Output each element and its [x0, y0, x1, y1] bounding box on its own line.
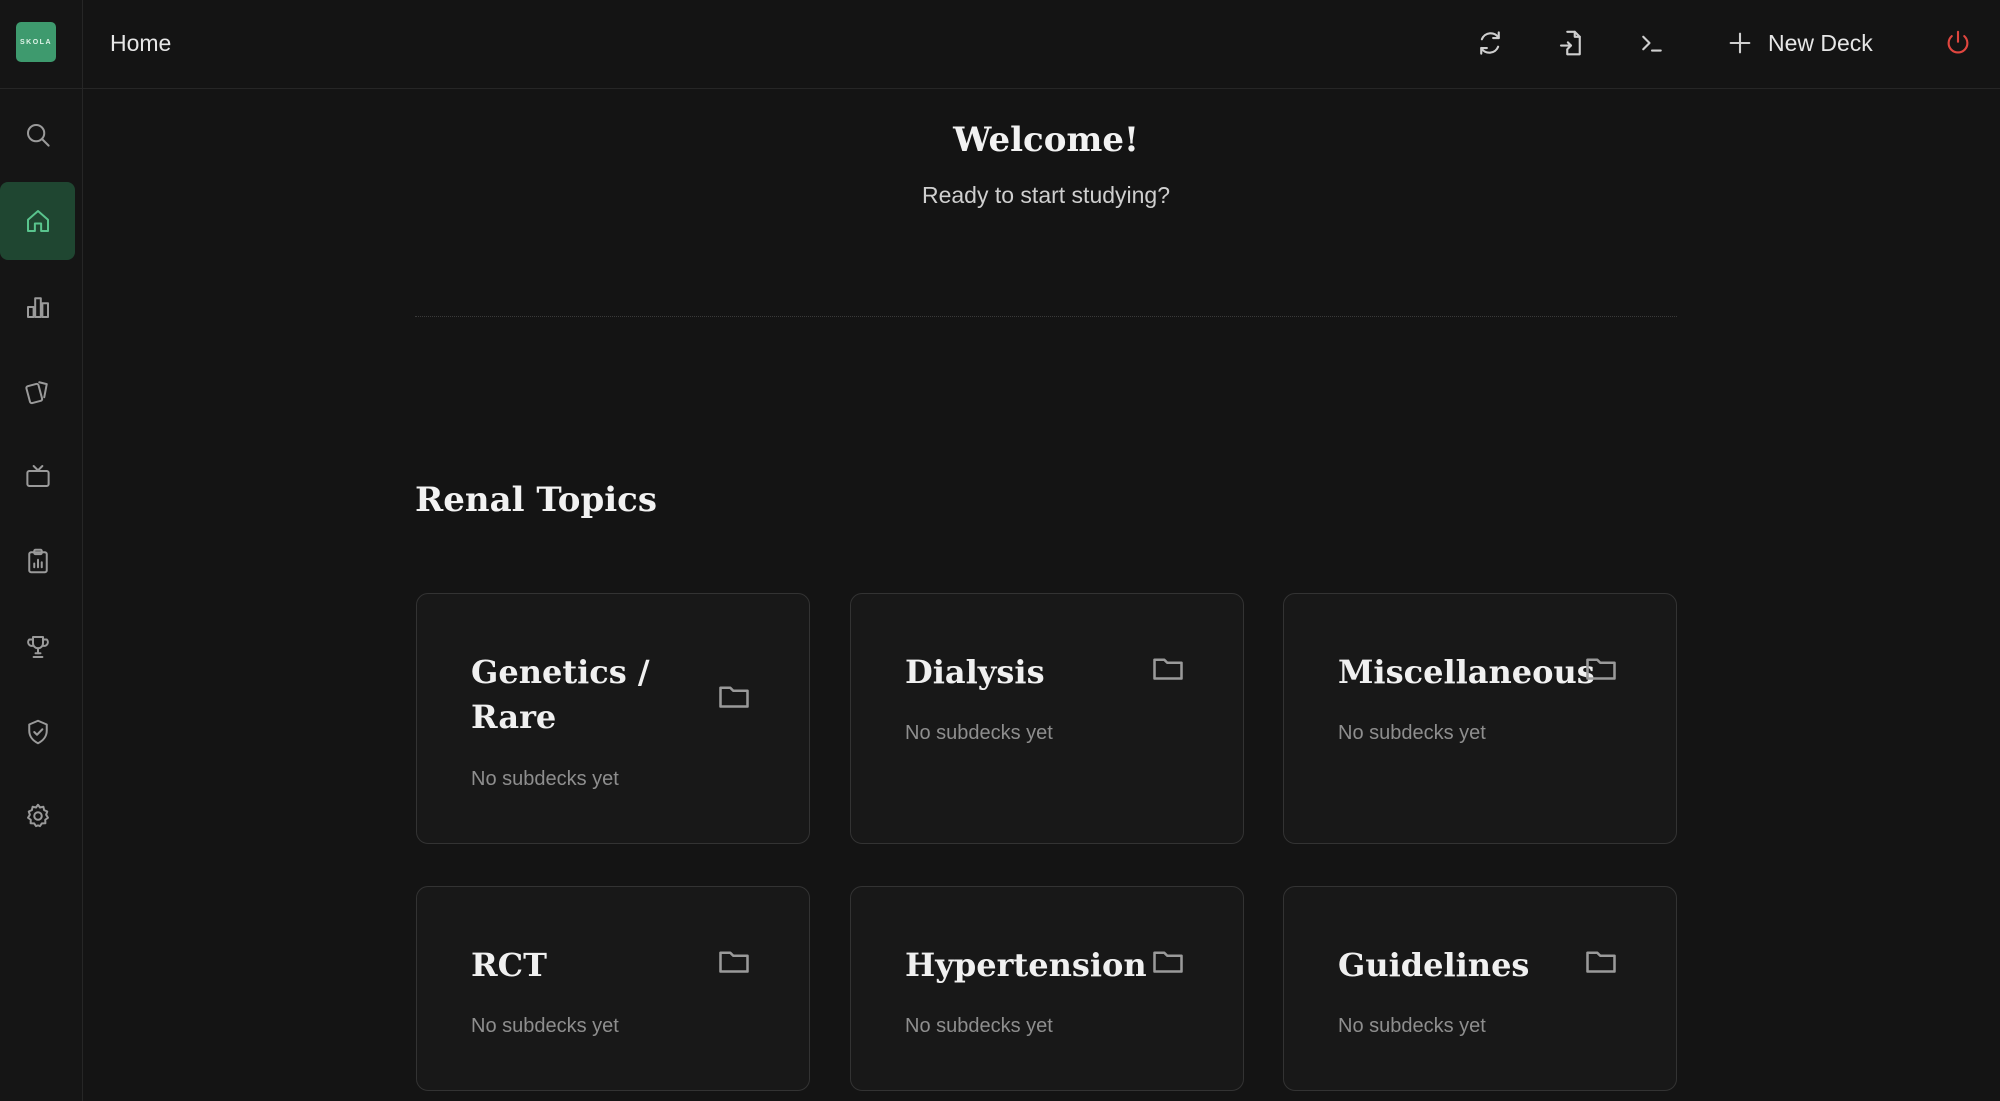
sidebar-item-reports[interactable]: [0, 522, 75, 600]
deck-card-genetics-rare[interactable]: Genetics / Rare No subdecks yet: [416, 593, 810, 844]
folder-icon: [1150, 650, 1186, 686]
section-divider: [415, 316, 1677, 317]
sidebar-item-search[interactable]: [0, 96, 75, 174]
deck-subtitle: No subdecks yet: [471, 1015, 619, 1037]
sidebar-item-achievements[interactable]: [0, 608, 75, 686]
sync-button[interactable]: [1469, 22, 1511, 64]
deck-card-hypertension[interactable]: Hypertension No subdecks yet: [850, 886, 1244, 1091]
search-icon: [26, 124, 50, 147]
terminal-button[interactable]: [1631, 22, 1673, 64]
sidebar-item-cards[interactable]: [0, 352, 75, 430]
power-icon: [1947, 30, 1969, 54]
sidebar-item-security[interactable]: [0, 693, 75, 771]
deck-card-dialysis[interactable]: Dialysis No subdecks yet: [850, 593, 1244, 844]
shield-check-icon: [27, 719, 48, 745]
sidebar-divider: [0, 88, 83, 89]
folder-icon: [716, 943, 752, 979]
folder-icon: [1583, 650, 1619, 686]
refresh-icon: [1480, 31, 1500, 55]
sidebar-item-stats[interactable]: [0, 268, 75, 346]
file-import-icon: [1559, 30, 1581, 56]
section-title: Renal Topics: [415, 480, 658, 520]
new-deck-button[interactable]: New Deck: [1726, 22, 1873, 64]
app-root: SKOLA Home New Deck Welcome! Ready to st…: [0, 0, 2000, 1101]
import-button[interactable]: [1550, 22, 1592, 64]
welcome-subtitle: Ready to start studying?: [921, 182, 1171, 208]
sidebar-item-media[interactable]: [0, 437, 75, 515]
folder-icon: [716, 678, 752, 714]
deck-subtitle: No subdecks yet: [471, 768, 619, 790]
deck-subtitle: No subdecks yet: [905, 722, 1053, 744]
deck-card-guidelines[interactable]: Guidelines No subdecks yet: [1283, 886, 1677, 1091]
deck-title: Dialysis: [905, 653, 1045, 691]
clipboard-chart-icon: [27, 548, 48, 574]
bar-chart-icon: [26, 297, 49, 318]
sidebar: SKOLA: [0, 0, 83, 1101]
trophy-icon: [26, 636, 49, 658]
deck-title: Hypertension: [905, 946, 1147, 984]
deck-title: Guidelines: [1338, 946, 1530, 984]
home-icon: [26, 210, 49, 232]
terminal-icon: [1642, 35, 1662, 52]
welcome-title: Welcome!: [953, 120, 1139, 160]
plus-icon: [1729, 32, 1751, 54]
sidebar-item-settings[interactable]: [0, 777, 75, 855]
deck-title: Genetics / Rare: [471, 653, 650, 736]
top-bar: Home New Deck: [83, 0, 2000, 89]
deck-card-rct[interactable]: RCT No subdecks yet: [416, 886, 810, 1091]
deck-subtitle: No subdecks yet: [905, 1015, 1053, 1037]
deck-title: Miscellaneous: [1338, 653, 1595, 691]
deck-subtitle: No subdecks yet: [1338, 722, 1486, 744]
folder-icon: [1583, 943, 1619, 979]
folder-icon: [1150, 943, 1186, 979]
app-logo[interactable]: SKOLA: [16, 22, 56, 62]
tv-icon: [25, 465, 50, 487]
deck-subtitle: No subdecks yet: [1338, 1015, 1486, 1037]
deck-title: RCT: [471, 946, 547, 984]
new-deck-label: New Deck: [1768, 29, 1873, 56]
power-button[interactable]: [1937, 22, 1979, 64]
deck-card-miscellaneous[interactable]: Miscellaneous No subdecks yet: [1283, 593, 1677, 844]
gear-icon: [26, 803, 49, 828]
sidebar-item-home[interactable]: [0, 182, 75, 260]
page-title: Home: [110, 30, 172, 56]
cards-icon: [24, 381, 48, 405]
